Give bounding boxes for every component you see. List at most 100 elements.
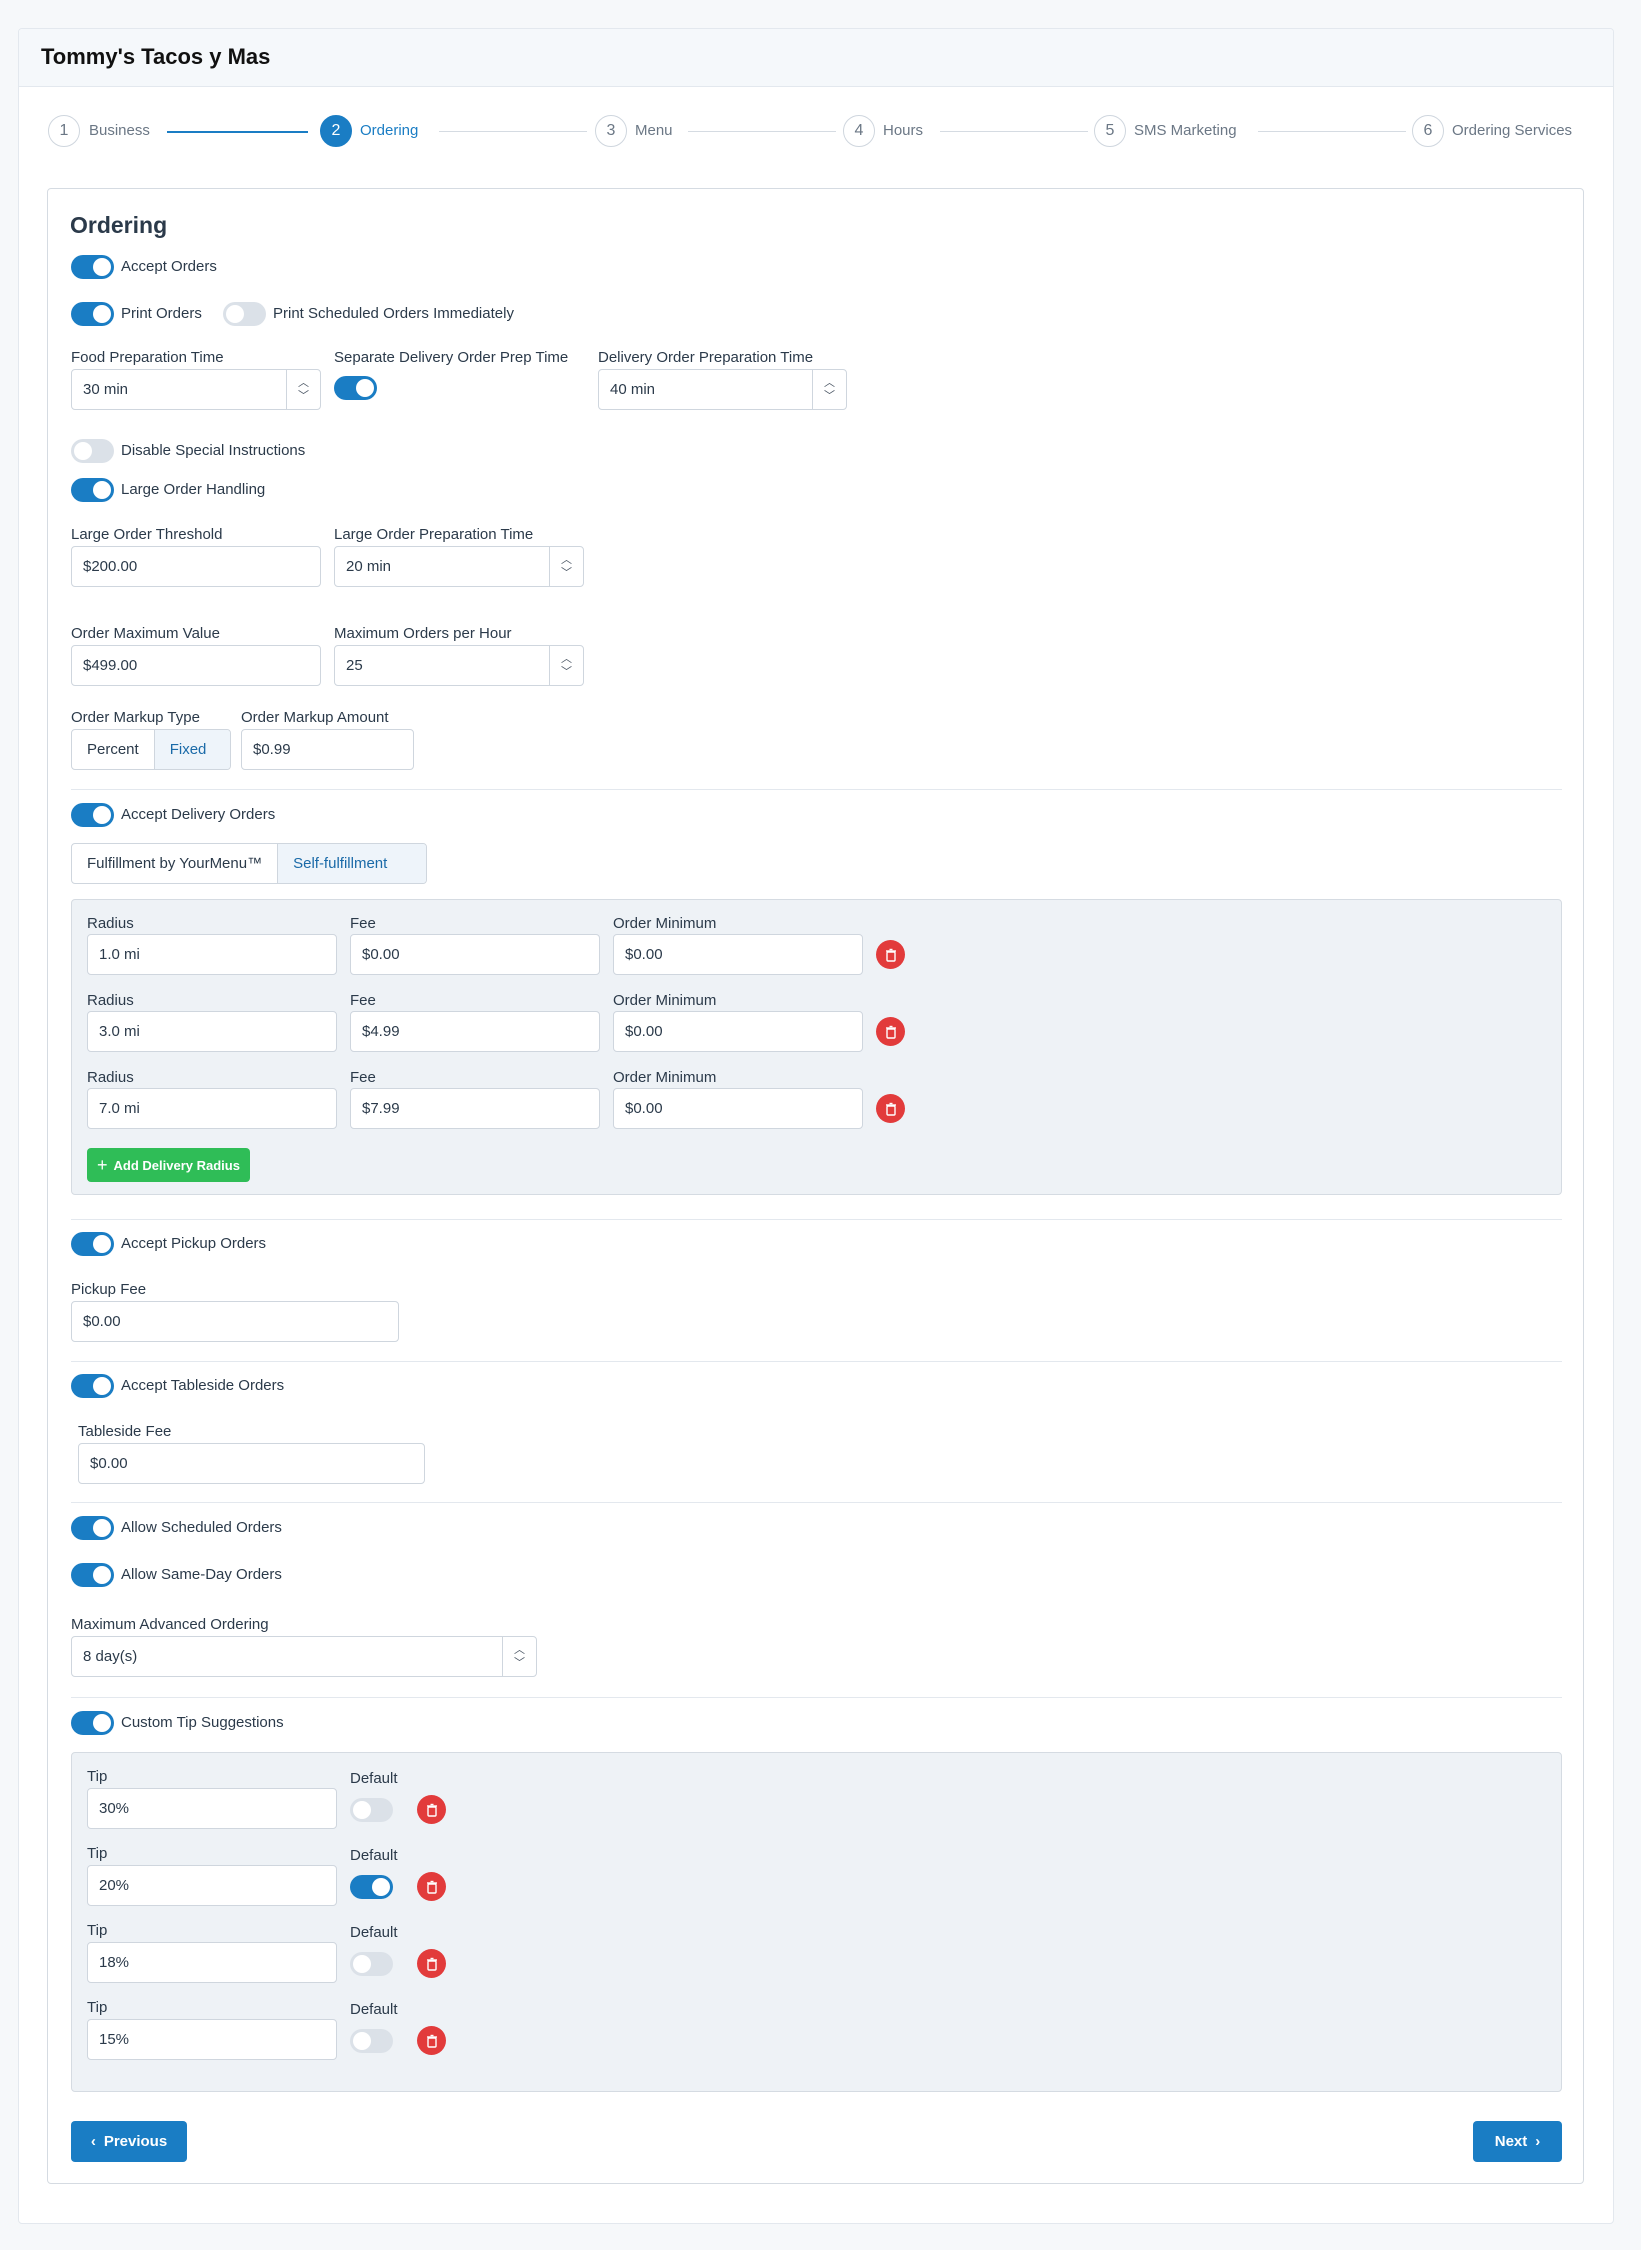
fulfillment-self[interactable]: Self-fulfillment xyxy=(277,844,426,883)
tip-input[interactable]: 18% xyxy=(87,1942,337,1983)
print-orders-toggle[interactable] xyxy=(71,302,114,326)
custom-tip-toggle[interactable] xyxy=(71,1711,114,1735)
tip-input[interactable]: 20% xyxy=(87,1865,337,1906)
large-order-toggle[interactable] xyxy=(71,478,114,502)
delete-radius-button[interactable] xyxy=(876,1017,905,1046)
max-per-hour-input[interactable]: 25 ︿ ﹀ xyxy=(334,645,584,686)
large-prep-label: Large Order Preparation Time xyxy=(334,526,534,543)
add-delivery-radius-button[interactable]: + Add Delivery Radius xyxy=(87,1148,250,1182)
print-scheduled-label: Print Scheduled Orders Immediately xyxy=(273,305,514,322)
chevron-down-icon[interactable]: ﹀ xyxy=(824,390,835,403)
print-scheduled-toggle[interactable] xyxy=(223,302,266,326)
tableside-fee-input[interactable]: $0.00 xyxy=(78,1443,425,1484)
radius-input[interactable]: 3.0 mi xyxy=(87,1011,337,1052)
large-threshold-input[interactable]: $200.00 xyxy=(71,546,321,587)
minimum-input[interactable]: $0.00 xyxy=(613,1011,863,1052)
tip-default-toggle[interactable] xyxy=(350,1798,393,1822)
step-1-circle[interactable]: 1 xyxy=(48,115,80,147)
markup-type-segmented: Percent Fixed xyxy=(71,729,231,770)
delete-tip-button[interactable] xyxy=(417,1949,446,1978)
delete-tip-button[interactable] xyxy=(417,1795,446,1824)
max-per-hour-value: 25 xyxy=(346,657,363,674)
delivery-prep-stepper[interactable]: ︿ ﹀ xyxy=(812,370,846,409)
divider xyxy=(71,1697,1562,1698)
trash-icon xyxy=(426,1803,437,1817)
chevron-up-icon[interactable]: ︿ xyxy=(561,653,572,666)
markup-type-percent[interactable]: Percent xyxy=(72,730,154,769)
plus-icon: + xyxy=(97,1155,108,1175)
minimum-input[interactable]: $0.00 xyxy=(613,934,863,975)
radius-input[interactable]: 7.0 mi xyxy=(87,1088,337,1129)
divider xyxy=(71,1502,1562,1503)
chevron-up-icon[interactable]: ︿ xyxy=(514,1644,525,1657)
order-max-input[interactable]: $499.00 xyxy=(71,645,321,686)
chevron-down-icon[interactable]: ﹀ xyxy=(561,666,572,679)
fee-input[interactable]: $4.99 xyxy=(350,1011,600,1052)
previous-button[interactable]: ‹ Previous xyxy=(71,2121,187,2162)
food-prep-stepper[interactable]: ︿ ﹀ xyxy=(286,370,320,409)
delete-tip-button[interactable] xyxy=(417,2026,446,2055)
tip-input[interactable]: 15% xyxy=(87,2019,337,2060)
accept-pickup-toggle[interactable] xyxy=(71,1232,114,1256)
chevron-up-icon[interactable]: ︿ xyxy=(561,554,572,567)
step-5-label[interactable]: SMS Marketing xyxy=(1134,121,1237,141)
step-connector xyxy=(688,131,836,132)
food-prep-input[interactable]: 30 min ︿ ﹀ xyxy=(71,369,321,410)
fee-input[interactable]: $0.00 xyxy=(350,934,600,975)
large-prep-stepper[interactable]: ︿ ﹀ xyxy=(549,547,583,586)
step-6-circle[interactable]: 6 xyxy=(1412,115,1444,147)
accept-delivery-toggle[interactable] xyxy=(71,803,114,827)
step-4-label[interactable]: Hours xyxy=(883,121,923,141)
step-3-circle[interactable]: 3 xyxy=(595,115,627,147)
accept-orders-toggle[interactable] xyxy=(71,255,114,279)
large-threshold-value: $200.00 xyxy=(83,558,138,575)
step-1-label[interactable]: Business xyxy=(89,121,150,141)
tip-default-toggle[interactable] xyxy=(350,1952,393,1976)
delete-radius-button[interactable] xyxy=(876,1094,905,1123)
step-connector xyxy=(940,131,1088,132)
chevron-up-icon[interactable]: ︿ xyxy=(824,377,835,390)
step-3-label[interactable]: Menu xyxy=(635,121,673,141)
delivery-prep-input[interactable]: 40 min ︿ ﹀ xyxy=(598,369,847,410)
step-2-label[interactable]: Ordering xyxy=(360,121,418,141)
markup-amount-input[interactable]: $0.99 xyxy=(241,729,414,770)
tip-input[interactable]: 30% xyxy=(87,1788,337,1829)
minimum-input[interactable]: $0.00 xyxy=(613,1088,863,1129)
minimum-value: $0.00 xyxy=(625,1100,663,1117)
pickup-fee-input[interactable]: $0.00 xyxy=(71,1301,399,1342)
fulfillment-yourmenu[interactable]: Fulfillment by YourMenu™ xyxy=(72,844,277,883)
next-button[interactable]: Next › xyxy=(1473,2121,1562,2162)
chevron-down-icon[interactable]: ﹀ xyxy=(298,390,309,403)
delete-tip-button[interactable] xyxy=(417,1872,446,1901)
max-per-hour-stepper[interactable]: ︿ ﹀ xyxy=(549,646,583,685)
separate-delivery-toggle[interactable] xyxy=(334,376,377,400)
chevron-down-icon[interactable]: ﹀ xyxy=(514,1657,525,1670)
step-5-circle[interactable]: 5 xyxy=(1094,115,1126,147)
allow-same-day-toggle[interactable] xyxy=(71,1563,114,1587)
disable-special-toggle[interactable] xyxy=(71,439,114,463)
max-advanced-input[interactable]: 8 day(s) ︿ ﹀ xyxy=(71,1636,537,1677)
fee-value: $0.00 xyxy=(362,946,400,963)
tip-default-toggle[interactable] xyxy=(350,2029,393,2053)
accept-tableside-toggle[interactable] xyxy=(71,1374,114,1398)
step-6-label[interactable]: Ordering Services xyxy=(1452,121,1572,141)
max-advanced-stepper[interactable]: ︿ ﹀ xyxy=(502,1637,536,1676)
allow-scheduled-toggle[interactable] xyxy=(71,1516,114,1540)
tip-default-toggle[interactable] xyxy=(350,1875,393,1899)
delivery-prep-label: Delivery Order Preparation Time xyxy=(598,349,814,366)
divider xyxy=(71,1361,1562,1362)
radius-input[interactable]: 1.0 mi xyxy=(87,934,337,975)
fee-input[interactable]: $7.99 xyxy=(350,1088,600,1129)
radius-label: Radius xyxy=(87,992,134,1009)
tip-value: 18% xyxy=(99,1954,130,1971)
pickup-fee-value: $0.00 xyxy=(83,1313,121,1330)
large-prep-input[interactable]: 20 min ︿ ﹀ xyxy=(334,546,584,587)
divider xyxy=(71,1219,1562,1220)
markup-type-fixed[interactable]: Fixed xyxy=(153,730,230,769)
step-4-circle[interactable]: 4 xyxy=(843,115,875,147)
markup-type-label: Order Markup Type xyxy=(71,709,200,726)
chevron-up-icon[interactable]: ︿ xyxy=(298,377,309,390)
chevron-down-icon[interactable]: ﹀ xyxy=(561,567,572,580)
step-2-circle[interactable]: 2 xyxy=(320,115,352,147)
delete-radius-button[interactable] xyxy=(876,940,905,969)
